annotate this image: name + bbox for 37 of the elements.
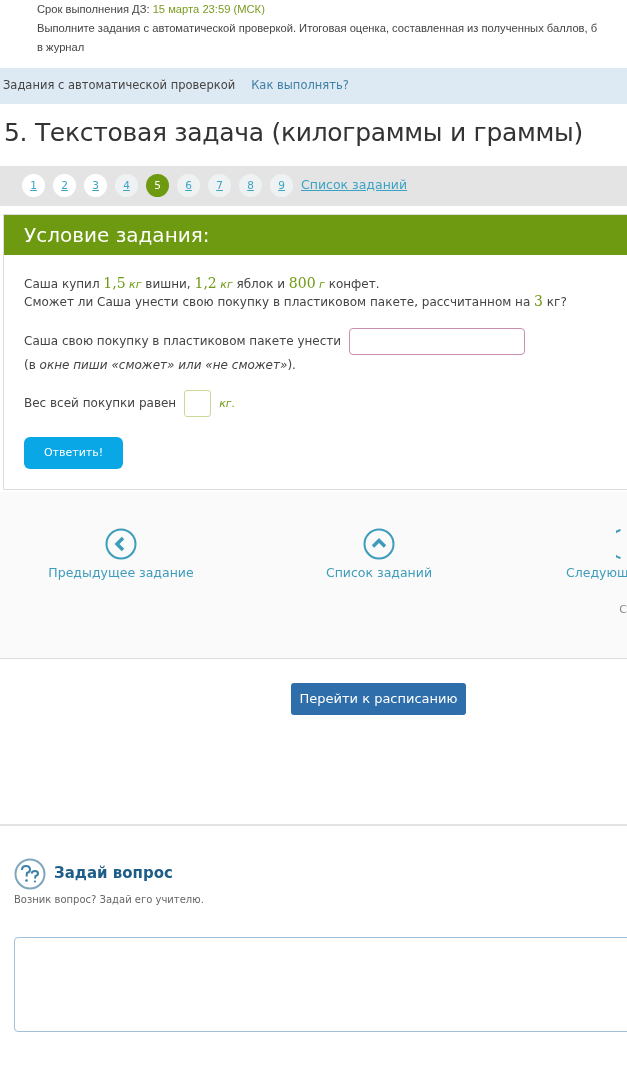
card-heading: Условие задания:	[24, 221, 210, 249]
task-list-link[interactable]: Список заданий	[325, 563, 433, 583]
schedule-button[interactable]: Перейти к расписанию	[291, 682, 466, 715]
question-field[interactable]	[14, 936, 627, 1032]
info-text: в журнал	[37, 41, 85, 53]
question-icon	[14, 857, 46, 890]
previous-task-link[interactable]: Предыдущее задание	[48, 563, 194, 583]
answer-field[interactable]	[349, 327, 526, 355]
submit-button[interactable]: Ответить!	[24, 436, 123, 469]
task-title: 5. Текстовая задача (килограммы и граммы)	[4, 117, 584, 149]
deadline-value: 15 марта 23:59 (МСК)	[152, 3, 265, 15]
page-link[interactable]: 9	[270, 174, 293, 197]
page-link[interactable]: 4	[115, 174, 138, 197]
task-list-link[interactable]: Список заданий	[301, 176, 408, 195]
page-link[interactable]: 3	[84, 174, 107, 197]
section-title: Задай вопрос	[54, 863, 173, 885]
statement-text: Сможет ли Саша унести свою покупку в пластиковом пакете, рассчитанном на 3 кг?	[24, 292, 568, 311]
answer-field[interactable]	[184, 389, 212, 417]
page-link[interactable]: 6	[177, 174, 200, 197]
unit-label: кг.	[219, 395, 236, 412]
help-link[interactable]: Как выполнять?	[251, 77, 349, 95]
section-label: Задания с автоматической проверкой	[3, 77, 236, 95]
page-link[interactable]: 5	[146, 174, 169, 197]
page-link[interactable]: 2	[53, 174, 76, 197]
chevron-up-icon[interactable]	[363, 527, 395, 560]
page-link[interactable]: 8	[239, 174, 262, 197]
page-link[interactable]: 1	[22, 174, 45, 197]
page-link[interactable]: 7	[208, 174, 231, 197]
question-label: Саша свою покупку в пластиковом пакете унести	[24, 332, 342, 350]
section-subtitle: Возник вопрос? Задай его учителю.	[13, 892, 205, 907]
footer-text: С	[619, 601, 627, 618]
info-text: Выполните задания с автоматической проверкой. Итоговая оценка, составленная из полученных баллов, б	[37, 22, 598, 34]
statement-text: Саша купил 1,5 кг вишни, 1,2 кг яблок и 800 г конфет.	[24, 274, 381, 293]
chevron-left-icon[interactable]	[105, 527, 137, 560]
deadline-label: Срок выполнения ДЗ:	[37, 3, 151, 15]
hint-text: (в окне пиши «сможет» или «не сможет»).	[24, 356, 297, 374]
question-label: Вес всей покупки равен	[24, 394, 177, 412]
